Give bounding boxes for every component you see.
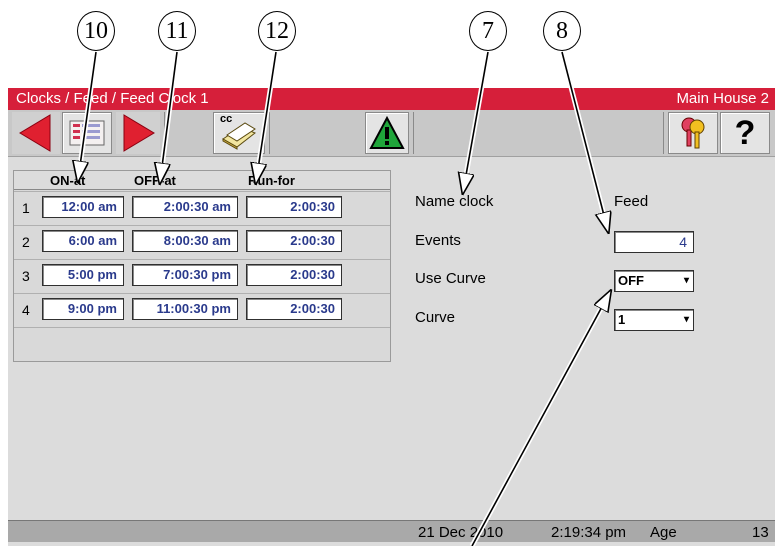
off-at-field[interactable]: 11:00:30 pm [132, 298, 238, 320]
toolbar-separator [413, 112, 414, 154]
on-at-field[interactable]: 12:00 am [42, 196, 124, 218]
callout-12: 12 [258, 11, 296, 51]
row-number: 3 [22, 268, 30, 284]
table-header: ON-at OFF-at Run-for [14, 171, 390, 190]
column-header-run-for: Run-for [248, 173, 295, 188]
toolbar: cc ? [8, 110, 775, 157]
run-for-field[interactable]: 2:00:30 [246, 196, 342, 218]
row-number: 2 [22, 234, 30, 250]
feed-clock-screen: Clocks / Feed / Feed Clock 1 Main House … [8, 88, 775, 546]
table-empty-row [14, 327, 390, 361]
copy-clock-button[interactable]: cc [213, 112, 265, 154]
chevron-down-icon: ▾ [683, 314, 689, 325]
table-row: 1 12:00 am 2:00:30 am 2:00:30 [14, 191, 390, 223]
table-row: 4 9:00 pm 11:00:30 pm 2:00:30 [14, 293, 390, 325]
help-button[interactable]: ? [720, 112, 770, 154]
curve-value: 1 [618, 312, 626, 327]
toolbar-separator [663, 112, 664, 154]
run-for-field[interactable]: 2:00:30 [246, 298, 342, 320]
table-row: 2 6:00 am 8:00:30 am 2:00:30 [14, 225, 390, 257]
back-button[interactable] [12, 112, 60, 154]
help-icon: ? [734, 113, 756, 152]
status-age-label: Age [650, 524, 677, 541]
use-curve-value: OFF [618, 273, 644, 288]
toolbar-separator [164, 112, 165, 154]
curve-select[interactable]: 1 ▾ [614, 309, 694, 331]
events-label: Events [415, 232, 461, 249]
row-number: 1 [22, 200, 30, 216]
callout-10: 10 [77, 11, 115, 51]
callout-11: 11 [158, 11, 196, 51]
callout-7: 7 [469, 11, 507, 51]
alarm-button[interactable] [365, 112, 409, 154]
name-clock-label: Name clock [415, 193, 494, 210]
run-for-field[interactable]: 2:00:30 [246, 230, 342, 252]
status-date: 21 Dec 2010 [418, 524, 504, 541]
chevron-down-icon: ▾ [683, 275, 689, 286]
toolbar-separator [269, 112, 270, 154]
left-arrow-icon [19, 114, 51, 152]
on-at-field[interactable]: 9:00 pm [42, 298, 124, 320]
keys-button[interactable] [668, 112, 718, 154]
list-button[interactable] [62, 112, 112, 154]
curve-label: Curve [415, 309, 456, 326]
status-bar: 21 Dec 2010 2:19:34 pm Age 13 [8, 520, 775, 542]
status-time: 2:19:34 pm [551, 524, 627, 541]
keys-icon [681, 117, 705, 149]
title-bar: Clocks / Feed / Feed Clock 1 Main House … [8, 88, 775, 110]
column-header-on-at: ON-at [50, 173, 86, 188]
row-number: 4 [22, 302, 30, 318]
forward-button[interactable] [116, 112, 160, 154]
run-for-field[interactable]: 2:00:30 [246, 264, 342, 286]
cc-label: cc [220, 113, 233, 125]
use-curve-label: Use Curve [415, 270, 486, 287]
on-at-field[interactable]: 6:00 am [42, 230, 124, 252]
off-at-field[interactable]: 7:00:30 pm [132, 264, 238, 286]
use-curve-select[interactable]: OFF ▾ [614, 270, 694, 292]
callout-8: 8 [543, 11, 581, 51]
table-row: 3 5:00 pm 7:00:30 pm 2:00:30 [14, 259, 390, 291]
off-at-field[interactable]: 2:00:30 am [132, 196, 238, 218]
list-icon [69, 120, 105, 146]
house-name: Main House 2 [676, 90, 769, 107]
column-header-off-at: OFF-at [134, 173, 176, 188]
off-at-field[interactable]: 8:00:30 am [132, 230, 238, 252]
right-arrow-icon [123, 114, 155, 152]
warning-icon [369, 116, 405, 149]
events-field[interactable]: 4 [614, 231, 694, 253]
breadcrumb: Clocks / Feed / Feed Clock 1 [16, 90, 209, 107]
on-at-field[interactable]: 5:00 pm [42, 264, 124, 286]
status-age-value: 13 [752, 524, 769, 541]
feed-clock-events-table: ON-at OFF-at Run-for 1 12:00 am 2:00:30 … [13, 170, 391, 362]
name-clock-value[interactable]: Feed [614, 193, 648, 210]
